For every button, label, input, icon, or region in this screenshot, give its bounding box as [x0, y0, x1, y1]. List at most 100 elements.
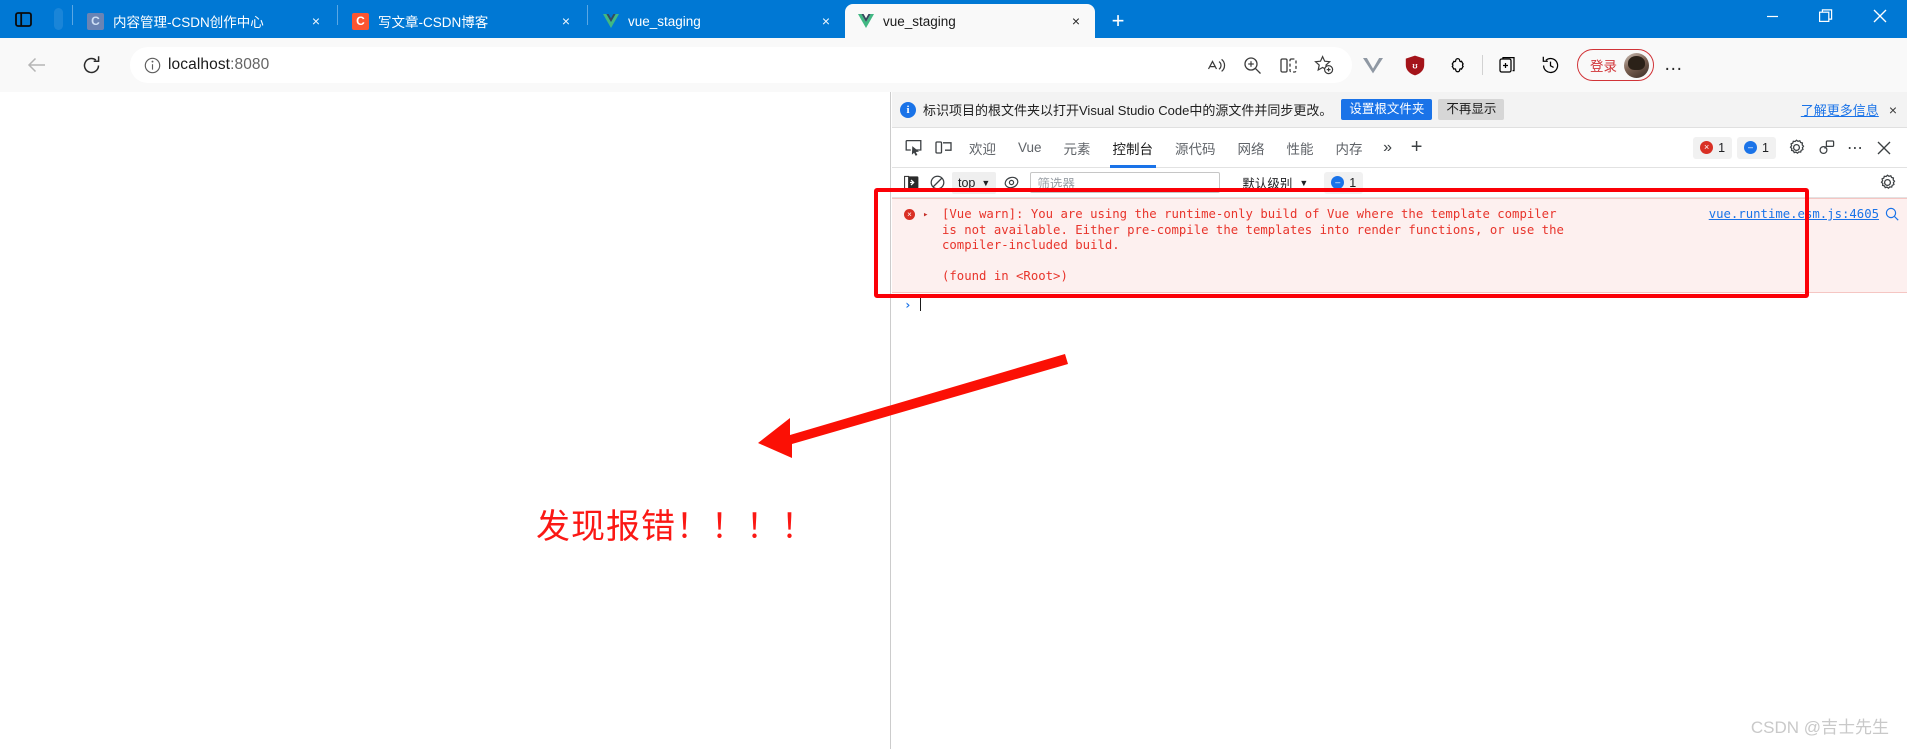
page-viewport	[0, 92, 891, 749]
tab-label: Vue	[1018, 140, 1042, 155]
avatar[interactable]	[1624, 52, 1649, 78]
info-circle-icon[interactable]	[136, 49, 168, 81]
expand-triangle-icon[interactable]: ▸	[923, 208, 928, 224]
more-tabs-icon[interactable]: »	[1374, 133, 1402, 163]
devtools-workspace-notice: i 标识项目的根文件夹以打开Visual Studio Code中的源文件并同步…	[892, 92, 1907, 128]
devtools-tab-network[interactable]: 网络	[1227, 128, 1276, 168]
close-icon[interactable]: ×	[813, 8, 839, 34]
annotation-text: 发现报错！！！！	[536, 507, 816, 547]
console-sidebar-icon[interactable]	[898, 171, 924, 195]
chevron-down-icon: ▼	[981, 177, 991, 188]
tab-divider	[337, 5, 338, 25]
console-filter-input[interactable]: 筛选器	[1030, 172, 1221, 193]
chevron-down-icon: ▼	[1299, 177, 1309, 188]
browser-tab-1[interactable]: C 内容管理-CSDN创作中心 ×	[75, 4, 335, 38]
learn-more-link[interactable]: 了解更多信息	[1801, 100, 1879, 119]
minimize-icon[interactable]	[1745, 0, 1799, 32]
error-count-badge[interactable]: × 1	[1693, 136, 1733, 159]
window-controls	[1745, 0, 1907, 38]
close-icon[interactable]: ×	[553, 8, 579, 34]
read-aloud-icon[interactable]	[1198, 47, 1234, 83]
tab-list: C 内容管理-CSDN创作中心 × C 写文章-CSDN博客 × vue_sta…	[75, 0, 1095, 38]
devtools-more-icon[interactable]: ⋯	[1841, 133, 1869, 163]
signin-label: 登录	[1590, 59, 1617, 74]
tab-search-button[interactable]	[46, 0, 70, 38]
tab-title: 写文章-CSDN博客	[378, 15, 489, 30]
clear-console-icon[interactable]	[924, 171, 950, 195]
gear-icon[interactable]	[1873, 170, 1901, 196]
address-bar[interactable]: localhost:8080	[130, 47, 1352, 83]
dont-show-again-button[interactable]: 不再显示	[1438, 99, 1505, 120]
tab-label: 网络	[1237, 141, 1265, 157]
devtools-tab-welcome[interactable]: 欢迎	[958, 128, 1007, 168]
devtools-tab-sources[interactable]: 源代码	[1164, 128, 1227, 168]
tab-strip: C 内容管理-CSDN创作中心 × C 写文章-CSDN博客 × vue_sta…	[0, 0, 1907, 38]
zoom-icon[interactable]	[1234, 47, 1270, 83]
log-level-select[interactable]: 默认级别 ▼	[1236, 172, 1314, 194]
search-in-source-icon[interactable]	[1885, 207, 1899, 226]
tab-label: 内存	[1335, 141, 1363, 157]
history-icon[interactable]	[1529, 46, 1571, 84]
live-expression-icon[interactable]	[998, 171, 1024, 195]
message-bubble-icon: –	[1744, 141, 1758, 154]
omnibox-tools	[1198, 47, 1342, 83]
maximize-icon[interactable]	[1799, 0, 1853, 32]
vue-devtools-extension-icon[interactable]	[1352, 46, 1394, 84]
signin-button[interactable]: 登录	[1577, 49, 1654, 81]
devtools-tab-elements[interactable]: 元素	[1053, 128, 1102, 168]
devtools-tab-memory[interactable]: 内存	[1325, 128, 1374, 168]
close-icon[interactable]	[1853, 0, 1907, 32]
console-message-line-1: [Vue warn]: You are using the runtime-on…	[942, 207, 1557, 221]
favicon-letter: C	[356, 14, 365, 28]
message-count: 1	[1762, 140, 1769, 155]
set-root-folder-button[interactable]: 设置根文件夹	[1341, 99, 1433, 120]
back-arrow-icon[interactable]	[18, 46, 56, 84]
console-toolbar-right	[1873, 170, 1901, 196]
execution-context-select[interactable]: top ▼	[952, 171, 997, 194]
close-icon[interactable]: ×	[1063, 8, 1089, 34]
app-system-icon[interactable]	[0, 0, 46, 38]
devtools-tab-console[interactable]: 控制台	[1102, 128, 1165, 168]
reload-icon[interactable]	[72, 46, 110, 84]
tab-title: vue_staging	[883, 13, 956, 29]
tab-title: 内容管理-CSDN创作中心	[113, 15, 264, 30]
close-icon[interactable]	[1869, 133, 1899, 163]
console-issues-badge[interactable]: – 1	[1324, 171, 1364, 194]
device-toolbar-icon[interactable]	[928, 133, 958, 163]
add-favorite-icon[interactable]	[1306, 47, 1342, 83]
inspect-element-icon[interactable]	[898, 133, 928, 163]
console-message-line-4: (found in <Root>)	[942, 268, 1068, 283]
console-message-line-3: compiler-included build.	[942, 238, 1120, 252]
browser-settings-more-icon[interactable]: …	[1654, 46, 1694, 84]
collections-icon[interactable]	[1487, 46, 1529, 84]
message-bubble-icon: –	[1331, 176, 1345, 189]
url-text: localhost:8080	[168, 56, 269, 74]
console-error-message[interactable]: × ▸ [Vue warn]: You are using the runtim…	[892, 198, 1907, 293]
close-icon[interactable]: ×	[1889, 102, 1897, 118]
split-screen-icon[interactable]	[1270, 47, 1306, 83]
browser-tab-4-active[interactable]: vue_staging ×	[845, 4, 1095, 38]
navigation-toolbar: localhost:8080 ʊ 登录 …	[0, 38, 1907, 92]
console-source-link[interactable]: vue.runtime.esm.js:4605	[1709, 207, 1879, 223]
prompt-chevron-icon: ›	[904, 296, 912, 312]
gear-icon[interactable]	[1781, 133, 1811, 163]
devtools-customize-icon[interactable]	[1811, 133, 1841, 163]
console-output: × ▸ [Vue warn]: You are using the runtim…	[892, 198, 1907, 749]
level-label: 默认级别	[1242, 177, 1293, 191]
ublock-origin-icon[interactable]: ʊ	[1394, 46, 1436, 84]
console-prompt[interactable]: ›	[892, 293, 1907, 315]
add-panel-icon[interactable]: +	[1402, 133, 1432, 163]
browser-tab-2[interactable]: C 写文章-CSDN博客 ×	[340, 4, 585, 38]
console-message-line-2: is not available. Either pre-compile the…	[942, 222, 1564, 237]
message-count-badge[interactable]: – 1	[1737, 136, 1776, 159]
tab-title: vue_staging	[628, 13, 701, 29]
tab-label: 源代码	[1175, 141, 1216, 157]
devtools-tab-performance[interactable]: 性能	[1276, 128, 1325, 168]
url-port: :8080	[230, 56, 270, 73]
devtools-tab-vue[interactable]: Vue	[1007, 128, 1053, 168]
extensions-puzzle-icon[interactable]	[1436, 46, 1478, 84]
browser-tab-3[interactable]: vue_staging ×	[590, 4, 845, 38]
close-icon[interactable]: ×	[303, 8, 329, 34]
csdn-blue-icon: C	[87, 12, 104, 30]
new-tab-button[interactable]: +	[1101, 4, 1135, 38]
